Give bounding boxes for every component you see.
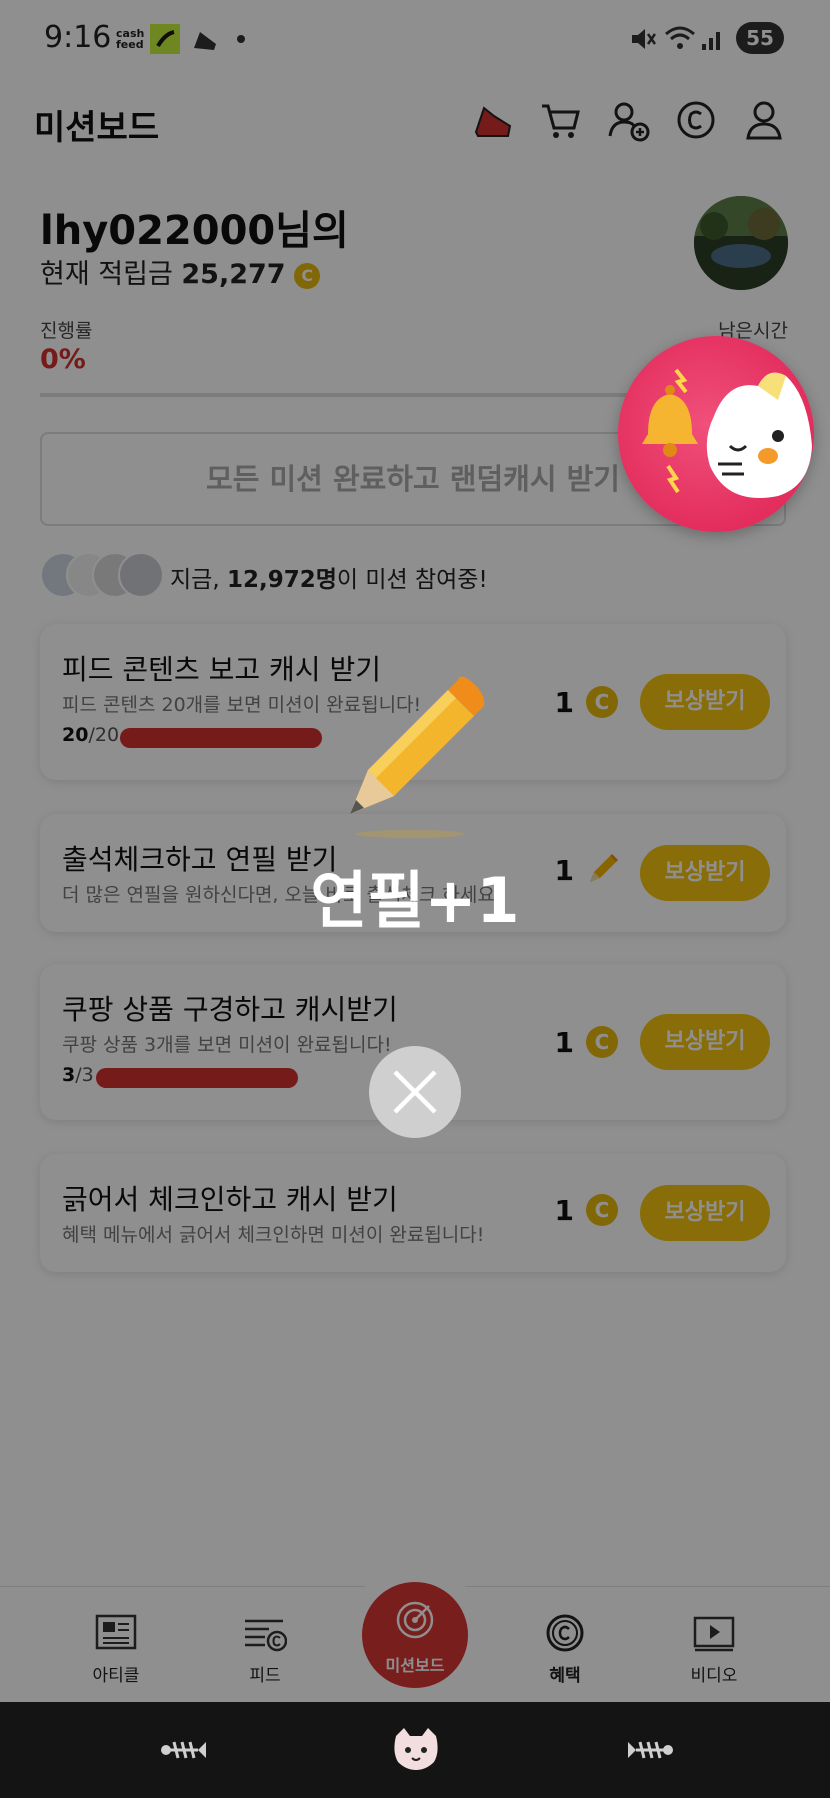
system-navigation-bar <box>0 1702 830 1798</box>
fishbone-back-icon[interactable] <box>160 1730 210 1770</box>
pencil-shadow <box>355 830 465 838</box>
reward-popup-text: 연필+1 <box>310 864 520 937</box>
close-popup-button[interactable] <box>369 1046 461 1138</box>
fishbone-recent-icon[interactable] <box>624 1730 674 1770</box>
cat-home-icon[interactable] <box>390 1726 442 1772</box>
floating-notification-badge[interactable] <box>618 336 814 532</box>
bell-cat-sticker-icon <box>642 368 812 498</box>
pencil-reward-icon <box>350 676 485 814</box>
close-icon <box>393 1070 437 1114</box>
